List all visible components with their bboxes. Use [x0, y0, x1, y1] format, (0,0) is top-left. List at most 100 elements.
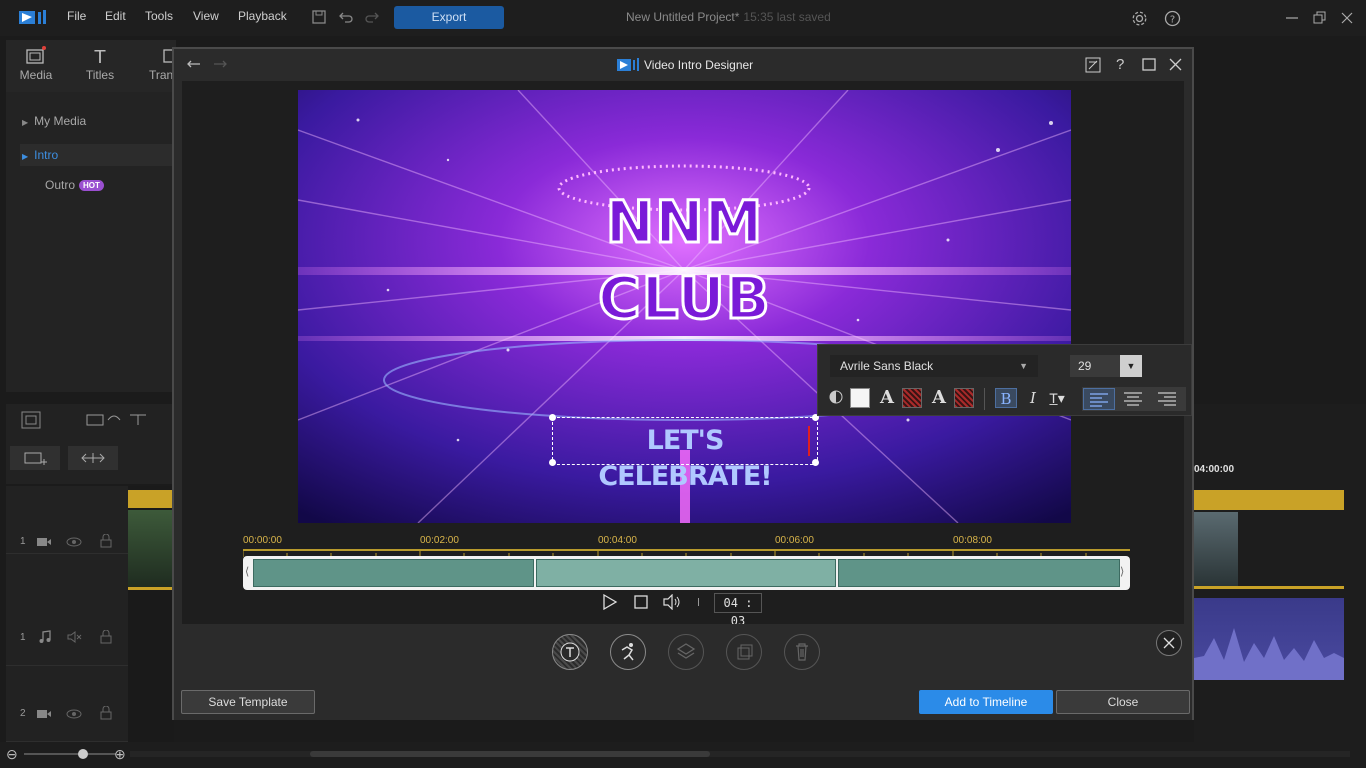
close-button[interactable]: Close — [1056, 690, 1190, 714]
tab-titles[interactable]: T Titles — [70, 46, 130, 82]
separator — [698, 598, 699, 606]
tab-media[interactable]: Media — [6, 46, 66, 82]
preview-title-line1[interactable]: NNM — [298, 191, 1071, 254]
volume-icon[interactable] — [662, 594, 682, 610]
settings-gear-icon[interactable] — [1131, 10, 1148, 27]
text-color-swatch[interactable] — [850, 388, 870, 408]
lock-icon[interactable] — [100, 630, 112, 644]
lock-icon[interactable] — [100, 706, 112, 720]
dialog-undo-icon[interactable] — [186, 58, 202, 72]
text-cursor — [808, 426, 810, 456]
zoom-out-icon[interactable]: ⊖ — [6, 746, 18, 763]
opacity-icon[interactable] — [828, 389, 850, 409]
dialog-redo-icon[interactable] — [212, 58, 228, 72]
trim-right-handle[interactable]: ⟩ — [1120, 565, 1124, 578]
dialog-close-icon[interactable] — [1169, 58, 1182, 71]
title-clip[interactable] — [128, 490, 174, 508]
help-icon[interactable]: ? — [1164, 10, 1181, 27]
resize-handle[interactable] — [812, 459, 819, 466]
font-face-icon[interactable]: A — [876, 388, 898, 408]
font-family-value: Avrile Sans Black — [840, 359, 934, 373]
window-close-icon[interactable] — [1340, 11, 1354, 25]
save-icon[interactable] — [311, 9, 327, 25]
template-icon[interactable] — [1085, 57, 1103, 73]
layers-button[interactable] — [668, 634, 704, 670]
trim-left-handle[interactable]: ⟨ — [245, 565, 249, 578]
audio-waveform[interactable] — [1194, 598, 1344, 680]
dialog-help-icon[interactable]: ? — [1116, 56, 1124, 73]
main-menu-bar: File Edit Tools View Playback Export New… — [0, 0, 1366, 36]
tree-item-label: My Media — [34, 114, 87, 128]
tree-item-my-media[interactable]: ▶ My Media — [22, 114, 86, 128]
shadow-icon[interactable]: A — [928, 388, 950, 408]
video-camera-icon — [36, 708, 52, 720]
align-center-button[interactable] — [1118, 388, 1150, 410]
resize-handle[interactable] — [549, 414, 556, 421]
tab-transitions[interactable]: Trans — [132, 46, 176, 82]
play-icon[interactable] — [602, 594, 618, 610]
add-to-timeline-button[interactable]: Add to Timeline — [919, 690, 1053, 714]
video-clip-thumbnail[interactable] — [1194, 512, 1238, 586]
speaker-mute-icon[interactable] — [66, 630, 82, 644]
restore-icon[interactable] — [1313, 11, 1327, 25]
zoom-slider-handle[interactable] — [78, 749, 88, 759]
track-headers: 1 1 2 — [6, 486, 130, 742]
redo-icon[interactable] — [364, 9, 380, 25]
minimize-icon[interactable] — [1285, 12, 1299, 24]
video-clip-thumbnail[interactable] — [128, 510, 174, 590]
clip-segment-3[interactable] — [838, 559, 1120, 587]
timeline-scrollbar-thumb[interactable] — [310, 751, 710, 757]
align-right-icon — [1158, 392, 1176, 406]
add-track-button[interactable] — [10, 446, 60, 470]
text-options-icon[interactable]: T̲▾ — [1046, 388, 1068, 408]
align-left-button[interactable] — [1083, 388, 1115, 410]
shadow-color-swatch[interactable] — [954, 388, 974, 408]
preview-subtitle-text[interactable]: LET'S CELEBRATE! — [557, 423, 813, 495]
undo-icon[interactable] — [338, 9, 354, 25]
preview-title-line2[interactable]: CLUB — [298, 267, 1071, 330]
video-preview[interactable]: NNM CLUB LET'S CELEBRATE! — [298, 90, 1071, 523]
menu-edit[interactable]: Edit — [105, 9, 126, 23]
time-display[interactable]: 04 : 03 — [714, 593, 762, 628]
storyboard-icon[interactable] — [20, 410, 42, 430]
zoom-slider-track[interactable] — [24, 753, 116, 755]
border-color-swatch[interactable] — [902, 388, 922, 408]
tree-item-intro[interactable]: ▶ Intro — [20, 144, 176, 166]
stop-icon[interactable] — [634, 595, 648, 609]
align-right-button[interactable] — [1152, 388, 1184, 410]
menu-file[interactable]: File — [67, 9, 86, 23]
duplicate-button[interactable] — [726, 634, 762, 670]
font-family-select[interactable]: Avrile Sans Black ▼ — [830, 355, 1038, 377]
clip-segment-1[interactable] — [253, 559, 534, 587]
align-center-icon — [1124, 392, 1142, 406]
resize-handle[interactable] — [549, 459, 556, 466]
dialog-title: Video Intro Designer — [644, 58, 754, 72]
ruler-tick-label: 00:04:00 — [598, 535, 637, 546]
add-motion-button[interactable] — [610, 634, 646, 670]
edit-tools-icon[interactable] — [86, 412, 150, 428]
track-number: 2 — [20, 708, 26, 719]
title-clip[interactable] — [1194, 490, 1344, 510]
menu-tools[interactable]: Tools — [145, 9, 173, 23]
tree-item-outro[interactable]: Outro HOT — [45, 178, 104, 192]
menu-view[interactable]: View — [193, 9, 219, 23]
clip-segment-2[interactable] — [536, 559, 836, 587]
lock-icon[interactable] — [100, 534, 112, 548]
font-size-select[interactable]: 29 ▼ — [1070, 355, 1142, 377]
close-tool-strip-button[interactable] — [1156, 630, 1182, 656]
menu-playback[interactable]: Playback — [238, 9, 287, 23]
zoom-in-icon[interactable]: ⊕ — [114, 746, 126, 763]
delete-button[interactable] — [784, 634, 820, 670]
text-selection-box[interactable]: LET'S CELEBRATE! — [549, 414, 819, 492]
app-logo-icon — [18, 8, 48, 26]
save-template-button[interactable]: Save Template — [181, 690, 315, 714]
add-text-button[interactable] — [552, 634, 588, 670]
eye-icon[interactable] — [66, 708, 82, 720]
italic-button[interactable]: I — [1022, 388, 1044, 408]
export-button[interactable]: Export — [394, 6, 504, 29]
chevron-down-icon: ▼ — [1120, 355, 1142, 377]
bold-button[interactable]: B — [995, 388, 1017, 408]
eye-icon[interactable] — [66, 536, 82, 548]
dialog-maximize-icon[interactable] — [1142, 58, 1156, 71]
fit-timeline-button[interactable] — [68, 446, 118, 470]
